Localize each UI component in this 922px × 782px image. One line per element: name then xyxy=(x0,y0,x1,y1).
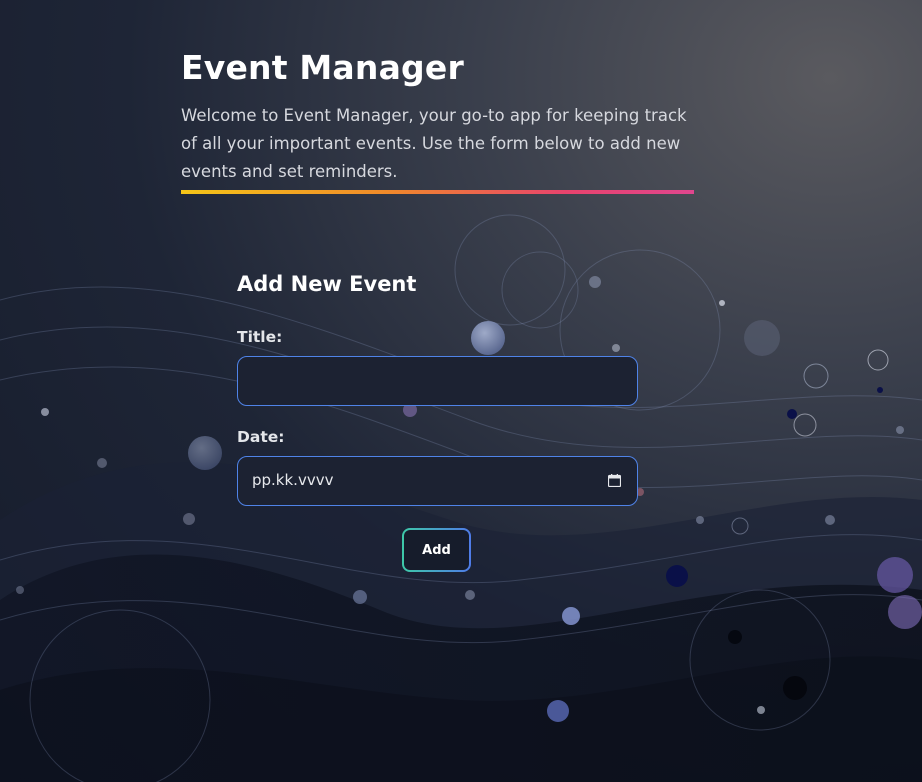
header-section: Event Manager Welcome to Event Manager, … xyxy=(181,44,694,194)
form-heading: Add New Event xyxy=(237,272,417,296)
app-title: Event Manager xyxy=(181,48,464,87)
date-input[interactable]: pp.kk.vvvv xyxy=(237,456,638,506)
add-event-form: Add New Event Title: Date: pp.kk.vvvv Ad… xyxy=(237,268,638,570)
date-label: Date: xyxy=(237,428,285,446)
intro-text: Welcome to Event Manager, your go-to app… xyxy=(181,106,687,181)
title-input[interactable] xyxy=(238,357,637,405)
accent-divider xyxy=(181,190,694,194)
calendar-icon[interactable] xyxy=(608,474,621,487)
add-button[interactable]: Add xyxy=(402,528,471,572)
date-input-value: pp.kk.vvvv xyxy=(252,471,334,489)
title-label: Title: xyxy=(237,328,283,346)
title-input-wrapper xyxy=(237,356,638,406)
